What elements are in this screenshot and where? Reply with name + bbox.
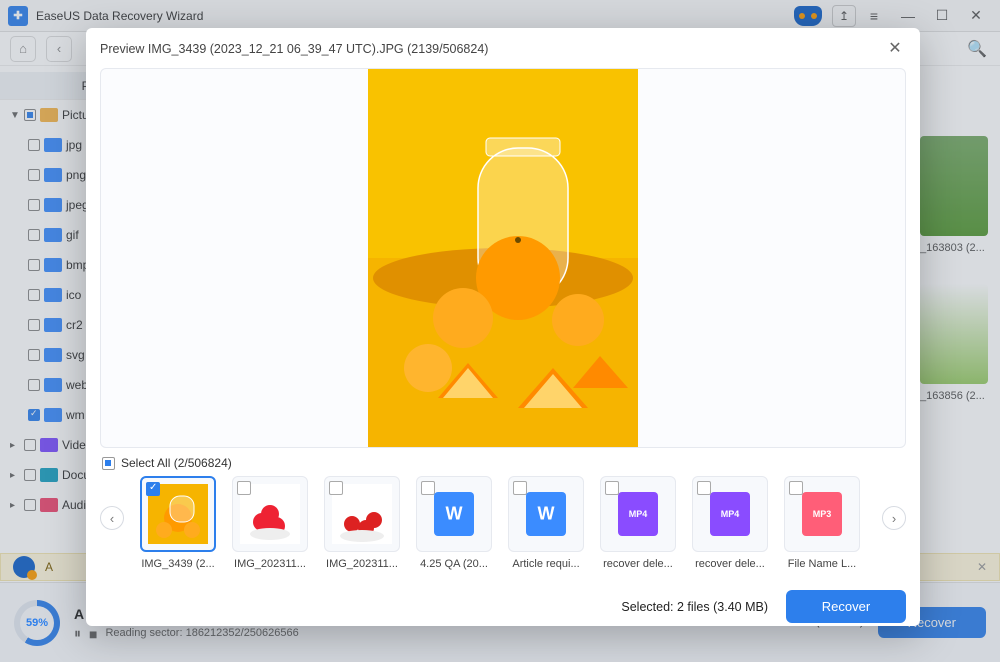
word-icon bbox=[526, 492, 566, 536]
card-label: IMG_202311... bbox=[322, 558, 402, 570]
strip-card[interactable]: Article requi... bbox=[506, 476, 586, 570]
recover-button[interactable]: Recover bbox=[786, 590, 906, 623]
card-label: File Name L... bbox=[782, 558, 862, 570]
mp4-icon: MP4 bbox=[710, 492, 750, 536]
card-checkbox[interactable] bbox=[697, 481, 711, 495]
strip-card[interactable]: 4.25 QA (20... bbox=[414, 476, 494, 570]
card-checkbox[interactable] bbox=[146, 482, 160, 496]
card-label: recover dele... bbox=[690, 558, 770, 570]
card-checkbox[interactable] bbox=[329, 481, 343, 495]
strip-next-button[interactable]: › bbox=[882, 506, 906, 530]
preview-image bbox=[368, 68, 638, 448]
card-label: IMG_202311... bbox=[230, 558, 310, 570]
card-checkbox[interactable] bbox=[421, 481, 435, 495]
word-icon bbox=[434, 492, 474, 536]
preview-title: Preview IMG_3439 (2023_12_21 06_39_47 UT… bbox=[100, 42, 488, 56]
strip-card[interactable]: IMG_202311... bbox=[230, 476, 310, 570]
select-all-label: Select All (2/506824) bbox=[121, 456, 232, 470]
card-label: recover dele... bbox=[598, 558, 678, 570]
dialog-close-icon[interactable]: ✕ bbox=[884, 38, 906, 60]
strip-card[interactable]: IMG_202311... bbox=[322, 476, 402, 570]
preview-dialog: Preview IMG_3439 (2023_12_21 06_39_47 UT… bbox=[86, 28, 920, 626]
strip-card[interactable]: IMG_3439 (2... bbox=[138, 476, 218, 570]
card-checkbox[interactable] bbox=[605, 481, 619, 495]
card-checkbox[interactable] bbox=[789, 481, 803, 495]
strip-prev-button[interactable]: ‹ bbox=[100, 506, 124, 530]
strip-card[interactable]: MP4 recover dele... bbox=[690, 476, 770, 570]
select-all-checkbox[interactable] bbox=[102, 457, 115, 470]
card-checkbox[interactable] bbox=[237, 481, 251, 495]
card-label: Article requi... bbox=[506, 558, 586, 570]
strip-card[interactable]: MP3 File Name L... bbox=[782, 476, 862, 570]
card-checkbox[interactable] bbox=[513, 481, 527, 495]
card-label: IMG_3439 (2... bbox=[138, 558, 218, 570]
strip-card[interactable]: MP4 recover dele... bbox=[598, 476, 678, 570]
mp4-icon: MP4 bbox=[618, 492, 658, 536]
preview-pane bbox=[100, 68, 906, 448]
card-label: 4.25 QA (20... bbox=[414, 558, 494, 570]
selection-info: Selected: 2 files (3.40 MB) bbox=[621, 600, 768, 614]
mp3-icon: MP3 bbox=[802, 492, 842, 536]
thumbnail-strip: ‹ IMG_3439 (2... IMG_202311... IMG_20231… bbox=[100, 476, 906, 570]
